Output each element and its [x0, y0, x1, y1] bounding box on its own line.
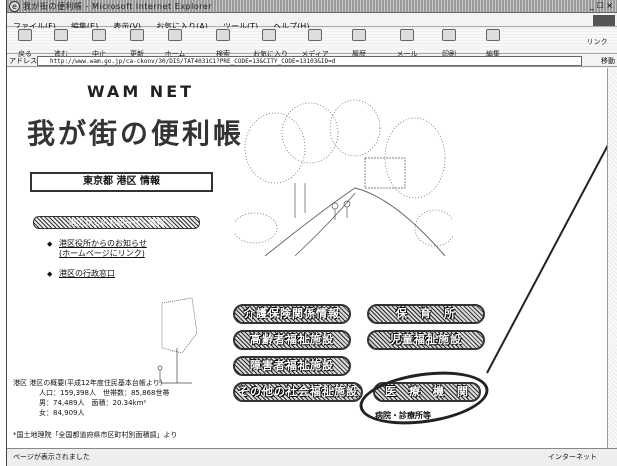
stats-row: 男：74,489人 面積：20.34km² — [39, 399, 147, 407]
vertical-scrollbar[interactable] — [607, 68, 617, 448]
stats-row: 人口：159,398人 世帯数：85,868世帯 — [39, 389, 170, 397]
mail-icon — [400, 29, 414, 41]
link-homepage[interactable]: (ホームページにリンク) — [59, 248, 145, 259]
park-illustration — [235, 99, 453, 256]
bullet-icon: ◆ — [47, 270, 53, 278]
tree-illustration — [157, 297, 198, 384]
favorites-icon — [262, 29, 276, 41]
home-icon — [168, 29, 182, 41]
brand-logo: WAM NET — [87, 82, 195, 101]
page-content: WAM NET 我が街の便利帳 東京都 港区 情報 港区からのお知らせ・情報 ◆… — [7, 68, 617, 448]
security-zone: インターネット — [548, 453, 597, 461]
windows-logo-icon — [593, 15, 615, 26]
stats-heading: 港区 港区の概要(平成12年度住民基本台帳より) — [13, 379, 163, 387]
ward-stats: 港区 港区の概要(平成12年度住民基本台帳より) 人口：159,398人 世帯数… — [13, 378, 169, 418]
toolbar: 戻る 進む 中止 更新 ホーム 検索 お気に入り メディア 履歴 メール 印刷 … — [7, 28, 617, 58]
page-title: 我が街の便利帳 — [27, 117, 245, 150]
media-icon — [308, 29, 322, 41]
print-icon — [442, 29, 456, 41]
medical-note: 病院・診療所等 — [375, 411, 431, 420]
link-admin-window[interactable]: 港区の行政窓口 — [59, 268, 115, 279]
back-icon — [18, 29, 32, 41]
bullet-icon: ◆ — [47, 240, 53, 248]
callout-leader-line — [486, 128, 617, 374]
elderly-welfare-button[interactable]: 高齢者福祉施設 — [233, 330, 351, 350]
search-icon — [216, 29, 230, 41]
forward-icon — [54, 29, 68, 41]
window-title: 我が街の便利帳 - Microsoft Internet Explorer — [23, 2, 213, 11]
title-bar: e 我が街の便利帳 - Microsoft Internet Explorer … — [7, 0, 617, 13]
care-insurance-button[interactable]: 介護保険関係情報 — [233, 304, 351, 324]
go-button[interactable]: 移動 — [601, 56, 615, 66]
section-bar: 港区からのお知らせ・情報 — [33, 216, 200, 229]
nursery-button[interactable]: 保 育 所 — [367, 304, 485, 324]
other-welfare-button[interactable]: その他の社会福祉施設 — [233, 382, 363, 402]
prefecture-label: 東京都 港区 情報 — [30, 172, 213, 192]
window-controls[interactable]: _ ☐ × — [590, 1, 613, 10]
refresh-icon — [130, 29, 144, 41]
edit-icon — [486, 29, 500, 41]
disability-welfare-button[interactable]: 障害者福祉施設 — [233, 356, 351, 376]
browser-window: e 我が街の便利帳 - Microsoft Internet Explorer … — [6, 0, 617, 466]
ie-icon: e — [9, 1, 20, 12]
status-text: ページが表示されました — [13, 453, 90, 461]
history-icon — [352, 29, 366, 41]
highlight-circle — [356, 364, 492, 432]
address-bar: アドレス(D) http://www.wam.go.jp/ca-ckonv/30… — [7, 55, 617, 67]
child-welfare-button[interactable]: 児童福祉施設 — [367, 330, 485, 350]
stats-footnote: *国土地理院「全国都道府県市区町村別面積調」より — [13, 431, 178, 439]
address-input[interactable]: http://www.wam.go.jp/ca-ckonv/30/DIS/TAT… — [37, 56, 582, 66]
links-button[interactable]: リンク — [581, 29, 613, 48]
stop-icon — [92, 29, 106, 41]
menu-bar: ファイル(F) 編集(E) 表示(V) お気に入り(A) ツール(T) ヘルプ(… — [7, 14, 617, 31]
status-bar: ページが表示されました インターネット — [7, 448, 617, 466]
stats-row: 女：84,909人 — [39, 409, 85, 417]
